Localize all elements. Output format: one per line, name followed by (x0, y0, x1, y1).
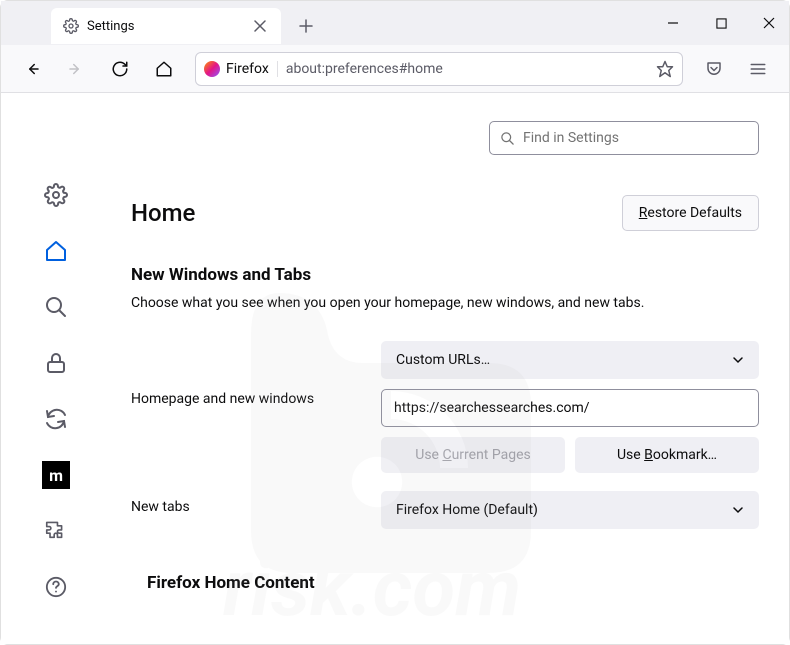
forward-button[interactable] (63, 56, 89, 82)
dropdown-value: Firefox Home (Default) (396, 502, 538, 518)
new-tabs-dropdown[interactable]: Firefox Home (Default) (381, 491, 759, 529)
new-tabs-label: New tabs (131, 491, 381, 515)
find-placeholder: Find in Settings (523, 130, 619, 146)
restore-defaults-button[interactable]: Restore Defaults (622, 195, 759, 231)
restore-text: estore Defaults (647, 205, 742, 221)
pocket-button[interactable] (701, 56, 727, 82)
address-bar[interactable]: Firefox about:preferences#home (195, 52, 683, 86)
use-current-pages-button[interactable]: Use Current Pages (381, 437, 565, 473)
close-icon (763, 17, 775, 29)
url-text: about:preferences#home (286, 61, 443, 77)
url-scheme-badge: Firefox (204, 61, 278, 77)
sidebar-item-help[interactable] (42, 573, 70, 601)
tab-strip: Settings (1, 1, 789, 45)
home-icon (44, 239, 68, 263)
use-bookmark-button[interactable]: Use Bookmark… (575, 437, 759, 473)
sidebar-item-general[interactable] (42, 181, 70, 209)
homepage-url-input[interactable] (381, 389, 759, 427)
hamburger-menu-button[interactable] (745, 56, 771, 82)
main-content: Find in Settings Home Restore Defaults N… (111, 93, 789, 644)
homepage-label: Homepage and new windows (131, 341, 381, 407)
sidebar-item-sync[interactable] (42, 405, 70, 433)
gear-icon (44, 183, 68, 207)
close-window-button[interactable] (759, 13, 779, 33)
new-tab-button[interactable] (291, 11, 321, 41)
homepage-mode-dropdown[interactable]: Custom URLs… (381, 341, 759, 379)
section-heading-windows-tabs: New Windows and Tabs (131, 265, 759, 285)
back-icon (23, 60, 41, 78)
tab-title: Settings (87, 19, 134, 34)
chevron-down-icon (732, 354, 744, 366)
sidebar-item-extensions[interactable] (42, 517, 70, 545)
minimize-icon (667, 17, 679, 29)
firefox-icon (204, 61, 220, 77)
search-icon (44, 295, 68, 319)
sidebar-item-search[interactable] (42, 293, 70, 321)
back-button[interactable] (19, 56, 45, 82)
section-description: Choose what you see when you open your h… (131, 295, 759, 311)
toolbar: Firefox about:preferences#home (1, 45, 789, 93)
lock-icon (44, 351, 68, 375)
find-in-settings-input[interactable]: Find in Settings (489, 121, 759, 155)
sidebar-item-mozilla[interactable]: m (42, 461, 70, 489)
home-button[interactable] (151, 56, 177, 82)
forward-icon (67, 60, 85, 78)
reload-icon (111, 60, 129, 78)
hamburger-icon (749, 60, 767, 78)
section-heading-firefox-home-content: Firefox Home Content (147, 573, 759, 593)
search-icon (500, 131, 515, 146)
help-icon (45, 576, 67, 598)
sidebar-item-privacy[interactable] (42, 349, 70, 377)
star-icon[interactable] (656, 60, 674, 78)
gear-icon (63, 18, 79, 34)
extension-icon (45, 520, 67, 542)
maximize-button[interactable] (711, 13, 731, 33)
chevron-down-icon (732, 504, 744, 516)
sidebar: m (1, 93, 111, 644)
maximize-icon (716, 18, 727, 29)
sidebar-item-home[interactable] (42, 237, 70, 265)
close-icon (254, 20, 266, 32)
mozilla-icon: m (49, 466, 63, 485)
minimize-button[interactable] (663, 13, 683, 33)
home-icon (155, 60, 173, 78)
url-scheme-label: Firefox (226, 61, 269, 77)
tab-settings[interactable]: Settings (51, 8, 281, 44)
dropdown-value: Custom URLs… (396, 352, 490, 368)
close-tab-button[interactable] (251, 17, 269, 35)
sync-icon (44, 407, 68, 431)
pocket-icon (705, 60, 723, 78)
plus-icon (299, 19, 313, 33)
reload-button[interactable] (107, 56, 133, 82)
page-title: Home (131, 199, 195, 227)
